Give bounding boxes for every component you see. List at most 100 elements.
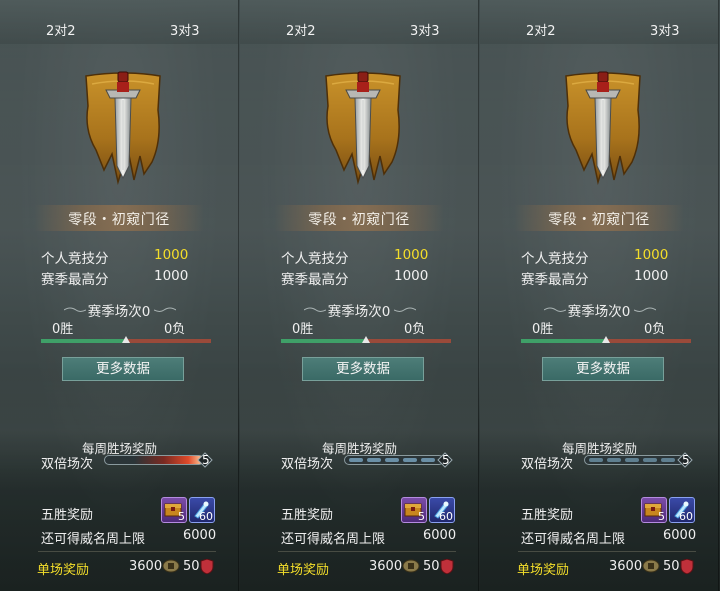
mode-tabs: 2对2 3对3: [240, 0, 478, 44]
tab-2v2[interactable]: 2对2: [526, 20, 556, 39]
personal-score-value: 1000: [634, 247, 669, 263]
reward-item-scroll[interactable]: 60: [189, 497, 215, 523]
rank-name: 零段・初窥门径: [68, 212, 170, 228]
reward-item-scroll[interactable]: 60: [669, 497, 695, 523]
scroll-ornament-right-icon: [154, 307, 176, 312]
scroll-qty: 60: [679, 510, 693, 523]
arena-panel-2: 2对2 3对3 零段・初窥门径 个人竞技分 1000 赛季最高分 1000 赛季…: [240, 0, 479, 591]
rank-banner: 零段・初窥门径: [514, 205, 684, 231]
double-matches-count: 5: [442, 453, 450, 467]
season-high-value: 1000: [394, 268, 429, 284]
personal-score-label: 个人竞技分: [281, 251, 349, 267]
match-reward-badge-value: 50: [423, 559, 440, 574]
personal-score-label: 个人竞技分: [41, 251, 109, 267]
chest-qty: 5: [178, 510, 185, 523]
losses-count: 0负: [164, 322, 186, 337]
double-bar-segment: [421, 458, 435, 462]
double-matches-bar: [584, 455, 684, 465]
more-data-button[interactable]: 更多数据: [62, 357, 184, 381]
season-high-value: 1000: [634, 268, 669, 284]
coin-icon: [402, 559, 420, 573]
win-fill: [41, 339, 126, 343]
season-matches: 赛季场次0: [567, 304, 631, 320]
mode-tabs: 2对2 3对3: [480, 0, 718, 44]
prestige-limit-label: 还可得威名周上限: [521, 532, 626, 547]
rank-name: 零段・初窥门径: [308, 212, 410, 228]
tab-3v3[interactable]: 3对3: [170, 20, 200, 39]
scroll-qty: 60: [199, 510, 213, 523]
reward-item-scroll[interactable]: 60: [429, 497, 455, 523]
season-high-label: 赛季最高分: [521, 272, 589, 288]
match-reward-label: 单场奖励: [517, 563, 570, 578]
reward-item-chest[interactable]: 5: [161, 497, 187, 523]
losses-count: 0负: [404, 322, 426, 337]
divider: [38, 551, 216, 552]
match-reward-label: 单场奖励: [37, 563, 90, 578]
season-high-value: 1000: [154, 268, 189, 284]
mode-tabs: 2对2 3对3: [0, 0, 238, 44]
background-haze: [0, 370, 238, 490]
double-bar-segment: [589, 458, 603, 462]
double-matches-count: 5: [682, 453, 690, 467]
background-haze: [480, 370, 718, 490]
prestige-badge-icon: [440, 559, 454, 574]
win-loss-marker-icon: [122, 336, 130, 343]
match-reward-coin-value: 3600: [609, 559, 643, 574]
rank-banner: 零段・初窥门径: [274, 205, 444, 231]
prestige-limit-label: 还可得威名周上限: [281, 532, 386, 547]
double-bar-segment: [661, 458, 675, 462]
match-reward-coin-value: 3600: [129, 559, 163, 574]
wins-count: 0胜: [52, 322, 74, 337]
double-matches-count: 5: [202, 453, 210, 467]
rank-name: 零段・初窥门径: [548, 212, 650, 228]
chest-qty: 5: [658, 510, 665, 523]
personal-score-value: 1000: [394, 247, 429, 263]
season-high-label: 赛季最高分: [41, 272, 109, 288]
win-loss-marker-icon: [362, 336, 370, 343]
double-matches-bar: [344, 455, 444, 465]
double-bar-segment: [367, 458, 381, 462]
season-matches: 赛季场次0: [87, 304, 151, 320]
arena-panel-1: 2对2 3对3 零段・初窥门径 个人竞技分 1000 赛季最高分 1000 赛季…: [0, 0, 239, 591]
double-matches-label: 双倍场次: [41, 457, 94, 472]
scroll-ornament-right-icon: [394, 307, 416, 312]
double-bar-segment: [643, 458, 657, 462]
more-data-button[interactable]: 更多数据: [302, 357, 424, 381]
double-matches-label: 双倍场次: [521, 457, 574, 472]
personal-score-label: 个人竞技分: [521, 251, 589, 267]
match-reward-badge-value: 50: [663, 559, 680, 574]
scroll-ornament-right-icon: [634, 307, 656, 312]
chest-qty: 5: [418, 510, 425, 523]
prestige-limit-value: 6000: [423, 528, 457, 543]
prestige-limit-value: 6000: [663, 528, 697, 543]
rank-emblem-sword-banner-icon: [565, 71, 641, 185]
season-matches: 赛季场次0: [327, 304, 391, 320]
five-win-reward-label: 五胜奖励: [41, 508, 94, 523]
reward-item-chest[interactable]: 5: [401, 497, 427, 523]
more-data-button[interactable]: 更多数据: [542, 357, 664, 381]
tab-2v2[interactable]: 2对2: [46, 20, 76, 39]
double-bar-segment: [349, 458, 363, 462]
win-loss-marker-icon: [602, 336, 610, 343]
tab-3v3[interactable]: 3对3: [650, 20, 680, 39]
double-bar-segment: [385, 458, 399, 462]
match-reward-coin-value: 3600: [369, 559, 403, 574]
rank-emblem-sword-banner-icon: [325, 71, 401, 185]
season-high-label: 赛季最高分: [281, 272, 349, 288]
arena-panel-3: 2对2 3对3 零段・初窥门径 个人竞技分 1000 赛季最高分 1000 赛季…: [480, 0, 719, 591]
prestige-badge-icon: [200, 559, 214, 574]
double-matches-bar: [104, 455, 204, 465]
rank-banner: 零段・初窥门径: [34, 205, 204, 231]
reward-item-chest[interactable]: 5: [641, 497, 667, 523]
prestige-limit-label: 还可得威名周上限: [41, 532, 146, 547]
double-bar-segment: [403, 458, 417, 462]
prestige-badge-icon: [680, 559, 694, 574]
win-fill: [281, 339, 366, 343]
prestige-limit-value: 6000: [183, 528, 217, 543]
tab-2v2[interactable]: 2对2: [286, 20, 316, 39]
background-haze: [240, 370, 478, 490]
wins-count: 0胜: [292, 322, 314, 337]
scroll-qty: 60: [439, 510, 453, 523]
tab-3v3[interactable]: 3对3: [410, 20, 440, 39]
five-win-reward-label: 五胜奖励: [281, 508, 334, 523]
